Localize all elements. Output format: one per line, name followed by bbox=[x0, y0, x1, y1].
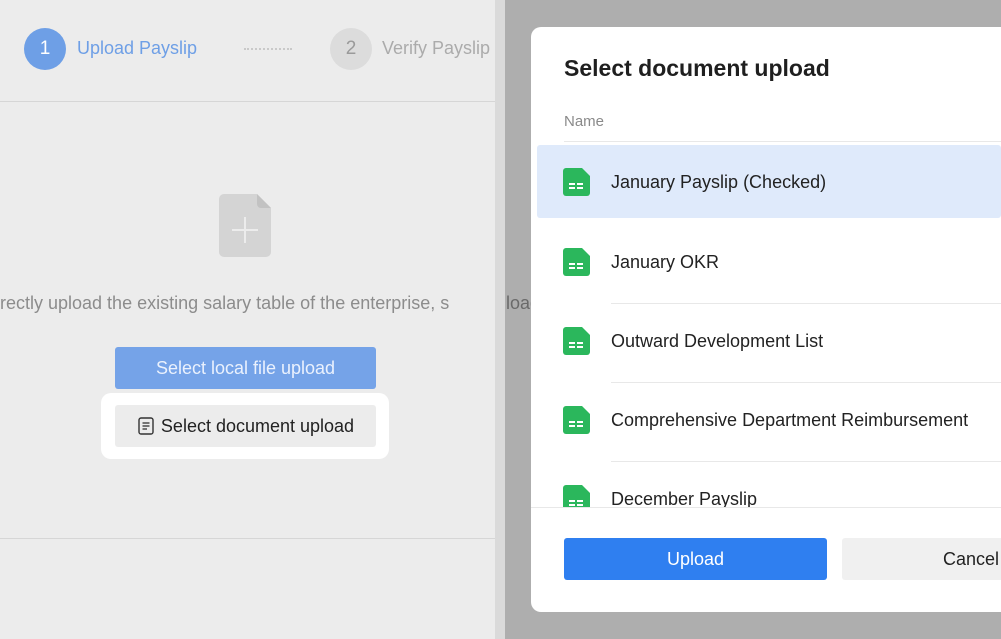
step-2-indicator: 2 bbox=[330, 28, 372, 70]
document-name: December Payslip bbox=[611, 489, 758, 507]
header-divider bbox=[564, 141, 1001, 142]
document-name: January Payslip (Checked) bbox=[611, 172, 827, 192]
step-2-label: Verify Payslip bbox=[382, 38, 491, 58]
upload-page: 1 Upload Payslip 2 Verify Payslip irectl… bbox=[0, 0, 495, 639]
select-document-modal: Select document upload Name January Pays… bbox=[531, 27, 1001, 612]
list-item[interactable]: Comprehensive Department Reimbursement bbox=[537, 383, 1001, 462]
list-item[interactable]: January OKR bbox=[537, 225, 1001, 304]
footer-divider bbox=[531, 507, 1001, 508]
list-item[interactable]: January Payslip (Checked) bbox=[537, 145, 1001, 218]
select-document-button[interactable]: Select document upload bbox=[115, 405, 376, 447]
spreadsheet-icon bbox=[563, 248, 590, 276]
add-file-icon bbox=[219, 194, 271, 257]
document-name: Comprehensive Department Reimbursement bbox=[611, 410, 969, 430]
document-name: January OKR bbox=[611, 252, 720, 272]
list-item[interactable]: Outward Development List bbox=[537, 304, 1001, 383]
step-connector bbox=[244, 48, 292, 50]
select-document-label: Select document upload bbox=[160, 415, 355, 436]
select-local-file-button[interactable]: Select local file upload bbox=[115, 347, 376, 389]
document-list[interactable]: January Payslip (Checked) January OKR Ou… bbox=[531, 145, 1001, 507]
document-name: Outward Development List bbox=[611, 331, 824, 351]
upload-button[interactable]: Upload bbox=[564, 538, 827, 580]
hint-overflow-text: load bbox=[506, 293, 531, 313]
steps-bar: 1 Upload Payslip 2 Verify Payslip bbox=[0, 0, 495, 102]
cancel-button[interactable]: Cancel bbox=[842, 538, 1001, 580]
list-item[interactable]: December Payslip bbox=[537, 462, 1001, 507]
spreadsheet-icon bbox=[563, 327, 590, 355]
spreadsheet-icon bbox=[563, 168, 590, 196]
step-1-label: Upload Payslip bbox=[77, 38, 198, 58]
step-1-indicator: 1 bbox=[24, 28, 66, 70]
column-header-name: Name bbox=[564, 113, 605, 130]
bottom-divider bbox=[0, 538, 495, 539]
split-bar bbox=[495, 0, 505, 639]
modal-title: Select document upload bbox=[564, 55, 830, 81]
upload-hint-text: irectly upload the existing salary table… bbox=[0, 293, 450, 313]
document-icon bbox=[138, 417, 154, 435]
spreadsheet-icon bbox=[563, 406, 590, 434]
spreadsheet-icon bbox=[563, 485, 590, 507]
